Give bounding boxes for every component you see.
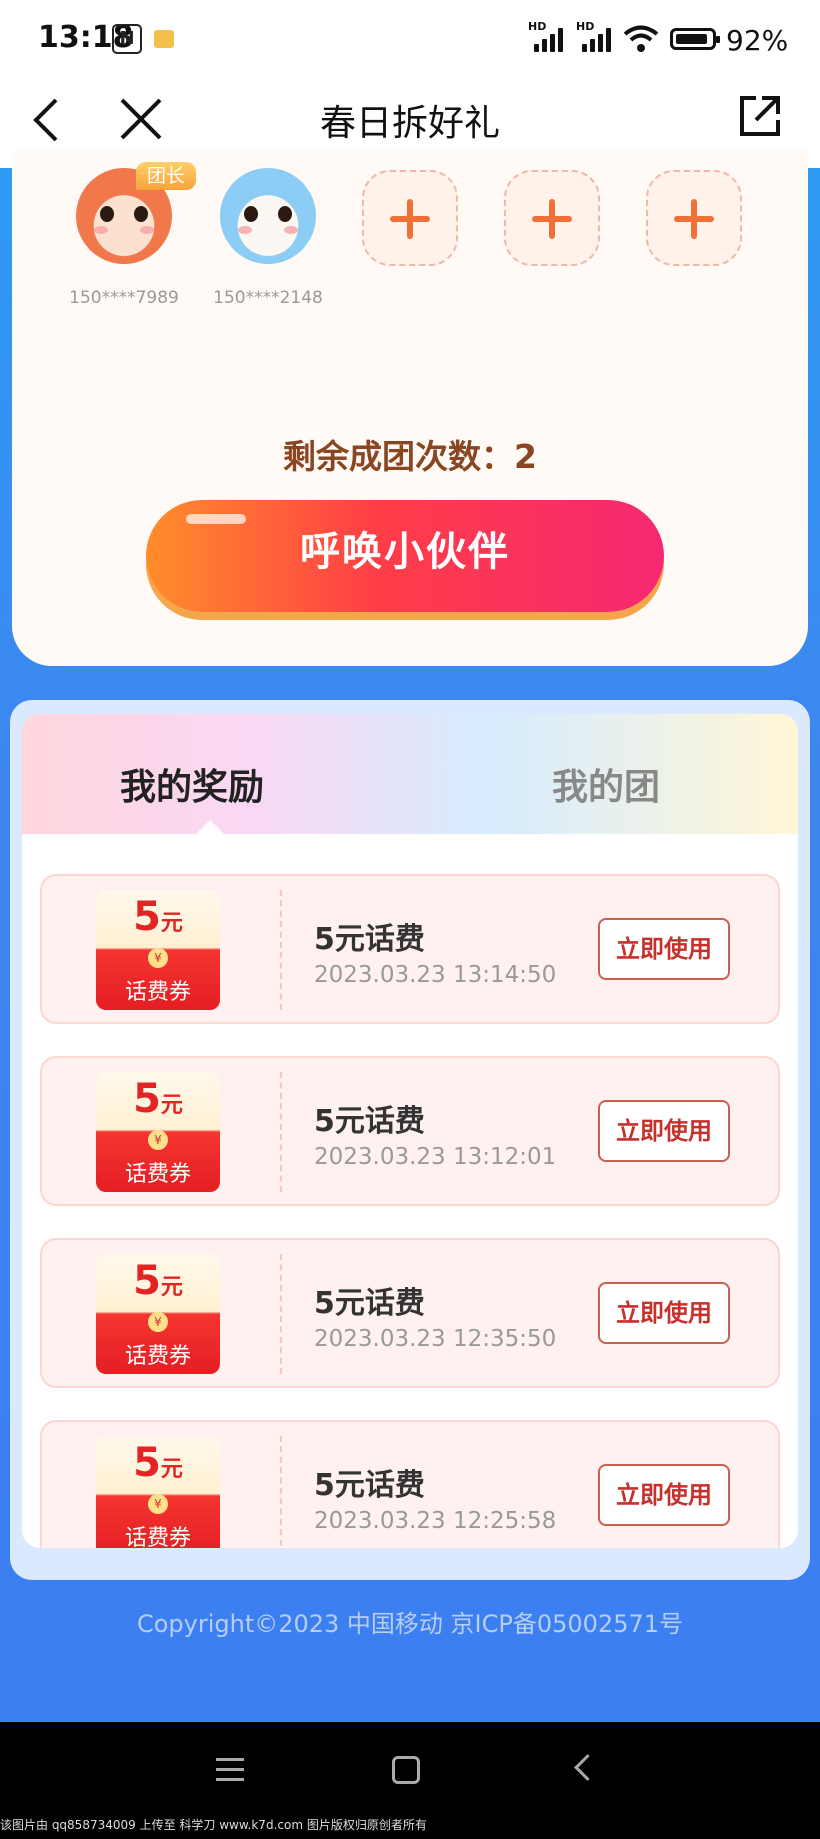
use-now-button[interactable]: 立即使用: [598, 1100, 730, 1162]
member-name: 150****2148: [213, 288, 323, 308]
battery-fill: [676, 34, 707, 44]
coupon-card: 5元 ¥ 话费券 5元话费 2023.03.23 12:35:50 立即使用: [40, 1238, 780, 1388]
invite-slot[interactable]: [504, 170, 600, 266]
coupon-amount: 5元: [133, 1440, 183, 1486]
watermark-text: 该图片由 qq858734009 上传至 科学刀 www.k7d.com 图片版…: [0, 1818, 427, 1832]
coupon-time: 2023.03.23 13:12:01: [314, 1144, 557, 1170]
plus-icon: [674, 199, 714, 239]
coupon-title: 5元话费: [314, 922, 425, 957]
coin-icon: ¥: [148, 1130, 168, 1150]
wifi-icon: [623, 25, 659, 52]
battery-percent: 92%: [726, 24, 789, 57]
coupon-title: 5元话费: [314, 1104, 425, 1139]
coupon-clip: 5元 ¥ 话费券 5元话费 2023.03.23 12:25:58 立即使用: [22, 1418, 798, 1548]
coupon-badge: 话费券: [124, 1162, 191, 1187]
tab-my-rewards[interactable]: 我的奖励: [120, 758, 264, 810]
avatar: [220, 168, 316, 264]
use-now-button[interactable]: 立即使用: [598, 1464, 730, 1526]
coupon-time: 2023.03.23 12:35:50: [314, 1326, 557, 1352]
coupon-divider: [280, 1436, 282, 1548]
coupon-badge: 话费券: [124, 1526, 191, 1548]
coupon-amount: 5元: [133, 894, 183, 940]
coupon-divider: [280, 890, 282, 1010]
copyright: Copyright©2023 中国移动 京ICP备05002571号: [136, 1610, 684, 1638]
page-title: 春日拆好礼: [319, 103, 500, 144]
coupon-divider: [280, 1072, 282, 1192]
plus-icon: [390, 199, 430, 239]
coupon-divider: [280, 1254, 282, 1374]
coupon-badge: 话费券: [124, 1344, 191, 1369]
nfc-icon: N: [112, 24, 142, 54]
hd-label-2: HD: [576, 20, 595, 33]
invite-slot[interactable]: [646, 170, 742, 266]
share-icon[interactable]: [736, 92, 784, 140]
red-packet-icon: 5元 ¥ 话费券: [96, 1436, 220, 1548]
coupon-amount: 5元: [133, 1258, 183, 1304]
remaining-count: 剩余成团次数：2: [283, 437, 537, 476]
red-packet-icon: 5元 ¥ 话费券: [96, 890, 220, 1010]
leader-badge: 团长: [136, 162, 196, 190]
signal-icon-2: HD: [576, 20, 616, 52]
hd-label: HD: [528, 20, 547, 33]
coin-icon: ¥: [148, 1494, 168, 1514]
summon-button[interactable]: 呼唤小伙伴: [146, 500, 664, 612]
coupon-time: 2023.03.23 13:14:50: [314, 962, 557, 988]
coin-icon: ¥: [148, 948, 168, 968]
plus-icon: [532, 199, 572, 239]
battery-icon: [670, 28, 720, 50]
coupon-time: 2023.03.23 12:25:58: [314, 1508, 557, 1534]
coupon-badge: 话费券: [124, 980, 191, 1005]
coupon-title: 5元话费: [314, 1468, 425, 1503]
message-icon: [154, 30, 174, 48]
tab-my-team[interactable]: 我的团: [552, 758, 660, 810]
menu-icon[interactable]: [216, 1758, 244, 1782]
invite-slot[interactable]: [362, 170, 458, 266]
signal-icon: HD: [528, 20, 568, 52]
use-now-button[interactable]: 立即使用: [598, 918, 730, 980]
red-packet-icon: 5元 ¥ 话费券: [96, 1072, 220, 1192]
red-packet-icon: 5元 ¥ 话费券: [96, 1254, 220, 1374]
member-name: 150****7989: [69, 288, 179, 308]
coin-icon: ¥: [148, 1312, 168, 1332]
coupon-card: 5元 ¥ 话费券 5元话费 2023.03.23 13:14:50 立即使用: [40, 874, 780, 1024]
coupon-amount: 5元: [133, 1076, 183, 1122]
coupon-card: 5元 ¥ 话费券 5元话费 2023.03.23 13:12:01 立即使用: [40, 1056, 780, 1206]
coupon-title: 5元话费: [314, 1286, 425, 1321]
tab-pointer: [196, 820, 224, 834]
tab-underlay: [22, 834, 798, 850]
use-now-button[interactable]: 立即使用: [598, 1282, 730, 1344]
coupon-card: 5元 ¥ 话费券 5元话费 2023.03.23 12:25:58 立即使用: [40, 1420, 780, 1548]
home-icon[interactable]: [392, 1756, 420, 1784]
